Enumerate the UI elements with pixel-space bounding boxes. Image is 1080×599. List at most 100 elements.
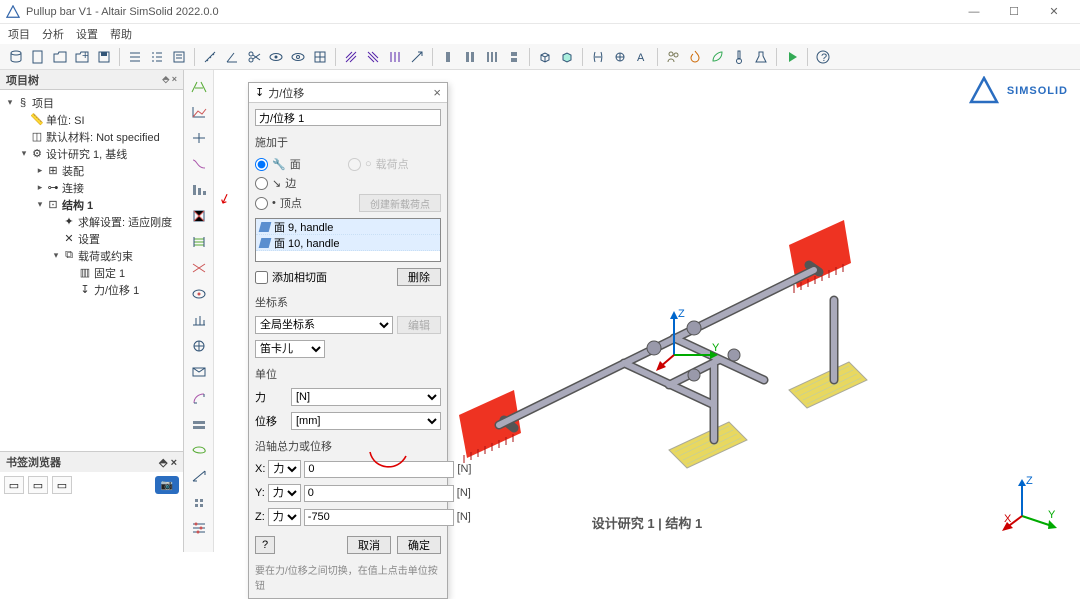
vtb-17[interactable]: [188, 492, 210, 512]
bookmark-slot-3[interactable]: ▭: [52, 476, 72, 494]
close-button[interactable]: ✕: [1034, 1, 1074, 23]
radio-edge[interactable]: ↘边: [255, 175, 348, 191]
coord-system-select[interactable]: 全局坐标系: [255, 316, 393, 334]
menu-settings[interactable]: 设置: [76, 26, 98, 42]
tb-log-icon[interactable]: [169, 47, 189, 67]
disp-unit-select[interactable]: [mm]: [291, 412, 441, 430]
help-button[interactable]: ?: [255, 536, 275, 554]
minimize-button[interactable]: ―: [954, 1, 994, 23]
z-mode-select[interactable]: 力: [268, 508, 301, 526]
vtb-4[interactable]: [188, 154, 210, 174]
tb-open-icon[interactable]: [50, 47, 70, 67]
tb-grid-icon[interactable]: [310, 47, 330, 67]
vtb-15[interactable]: [188, 440, 210, 460]
tb-thermo-icon[interactable]: [729, 47, 749, 67]
tb-bar2-icon[interactable]: [460, 47, 480, 67]
tb-list-icon[interactable]: [125, 47, 145, 67]
tb-db-icon[interactable]: [6, 47, 26, 67]
tree-solve[interactable]: ✦求解设置: 适应刚度: [0, 213, 183, 230]
z-unit[interactable]: [N]: [457, 511, 471, 523]
delete-button[interactable]: 删除: [397, 268, 441, 286]
load-name-input[interactable]: [255, 109, 441, 126]
bookmark-pin-icon[interactable]: ⬘ ×: [159, 456, 177, 469]
vtb-6[interactable]: [188, 206, 210, 226]
tb-fire-icon[interactable]: [685, 47, 705, 67]
tb-tool2-icon[interactable]: [610, 47, 630, 67]
vtb-8[interactable]: [188, 258, 210, 278]
vtb-10[interactable]: [188, 310, 210, 330]
tb-arrow-icon[interactable]: [407, 47, 427, 67]
bookmark-camera-icon[interactable]: 📷: [155, 476, 179, 494]
tb-flask-icon[interactable]: [751, 47, 771, 67]
tb-hatch3-icon[interactable]: [385, 47, 405, 67]
tb-hatch1-icon[interactable]: [341, 47, 361, 67]
bookmark-slot-2[interactable]: ▭: [28, 476, 48, 494]
tb-new-icon[interactable]: [28, 47, 48, 67]
x-mode-select[interactable]: 力: [268, 460, 301, 478]
tree-fixed[interactable]: ▥固定 1: [0, 264, 183, 281]
tree-study[interactable]: ▾⚙设计研究 1, 基线: [0, 145, 183, 162]
x-unit[interactable]: [N]: [457, 463, 471, 475]
vtb-16[interactable]: [188, 466, 210, 486]
menu-analysis[interactable]: 分析: [42, 26, 64, 42]
tb-bar1-icon[interactable]: [438, 47, 458, 67]
radio-vertex[interactable]: •顶点: [255, 194, 348, 212]
tree-root[interactable]: ▾§项目: [0, 94, 183, 111]
selection-list[interactable]: 面 9, handle 面 10, handle: [255, 218, 441, 262]
vtb-14[interactable]: [188, 414, 210, 434]
tree-unit[interactable]: 📏单位: SI: [0, 111, 183, 128]
tb-measure-icon[interactable]: [200, 47, 220, 67]
menu-help[interactable]: 帮助: [110, 26, 132, 42]
tb-bar4-icon[interactable]: [504, 47, 524, 67]
tb-cube1-icon[interactable]: [535, 47, 555, 67]
tb-angle-icon[interactable]: [222, 47, 242, 67]
tree-setup[interactable]: ✕设置: [0, 230, 183, 247]
y-mode-select[interactable]: 力: [268, 484, 301, 502]
tb-help-icon[interactable]: ?: [813, 47, 833, 67]
tb-tree-icon[interactable]: [147, 47, 167, 67]
vtb-13[interactable]: [188, 388, 210, 408]
vtb-12[interactable]: [188, 362, 210, 382]
vtb-18[interactable]: [188, 518, 210, 538]
tree-forcedisp[interactable]: ↧力/位移 1: [0, 281, 183, 298]
tb-cube2-icon[interactable]: [557, 47, 577, 67]
force-unit-select[interactable]: [N]: [291, 388, 441, 406]
maximize-button[interactable]: ☐: [994, 1, 1034, 23]
tree-structure[interactable]: ▾⊡结构 1: [0, 196, 183, 213]
ok-button[interactable]: 确定: [397, 536, 441, 554]
coord-type-select[interactable]: 笛卡儿: [255, 340, 325, 358]
tb-add-icon[interactable]: +: [72, 47, 92, 67]
project-tree[interactable]: ▾§项目 📏单位: SI ◫默认材料: Not specified ▾⚙设计研究…: [0, 90, 183, 451]
vtb-3[interactable]: [188, 128, 210, 148]
tb-text-icon[interactable]: A: [632, 47, 652, 67]
vtb-11[interactable]: [188, 336, 210, 356]
vtb-7[interactable]: [188, 232, 210, 252]
tb-eye-icon[interactable]: [266, 47, 286, 67]
tree-material[interactable]: ◫默认材料: Not specified: [0, 128, 183, 145]
panel-pin-icon[interactable]: ⬘ ×: [162, 74, 177, 85]
z-value-input[interactable]: [304, 509, 454, 526]
tree-connection[interactable]: ▸⊶连接: [0, 179, 183, 196]
y-value-input[interactable]: [304, 485, 454, 502]
tb-leaf-icon[interactable]: [707, 47, 727, 67]
tb-play-icon[interactable]: [782, 47, 802, 67]
y-unit[interactable]: [N]: [457, 487, 471, 499]
radio-face[interactable]: 🔧面: [255, 156, 348, 172]
tangent-checkbox[interactable]: 添加相切面: [255, 269, 327, 285]
tb-eye2-icon[interactable]: [288, 47, 308, 67]
tb-people-icon[interactable]: [663, 47, 683, 67]
vtb-2[interactable]: [188, 102, 210, 122]
cancel-button[interactable]: 取消: [347, 536, 391, 554]
tb-scissors-icon[interactable]: [244, 47, 264, 67]
tb-bar3-icon[interactable]: [482, 47, 502, 67]
tb-hatch2-icon[interactable]: [363, 47, 383, 67]
tree-assembly[interactable]: ▸⊞装配: [0, 162, 183, 179]
tb-save-icon[interactable]: [94, 47, 114, 67]
vtb-1[interactable]: [188, 76, 210, 96]
vtb-9[interactable]: [188, 284, 210, 304]
dialog-close-icon[interactable]: ×: [433, 85, 441, 100]
menu-project[interactable]: 项目: [8, 26, 30, 42]
vtb-5[interactable]: [188, 180, 210, 200]
tree-loads[interactable]: ▾⧉载荷或约束: [0, 247, 183, 264]
bookmark-slot-1[interactable]: ▭: [4, 476, 24, 494]
